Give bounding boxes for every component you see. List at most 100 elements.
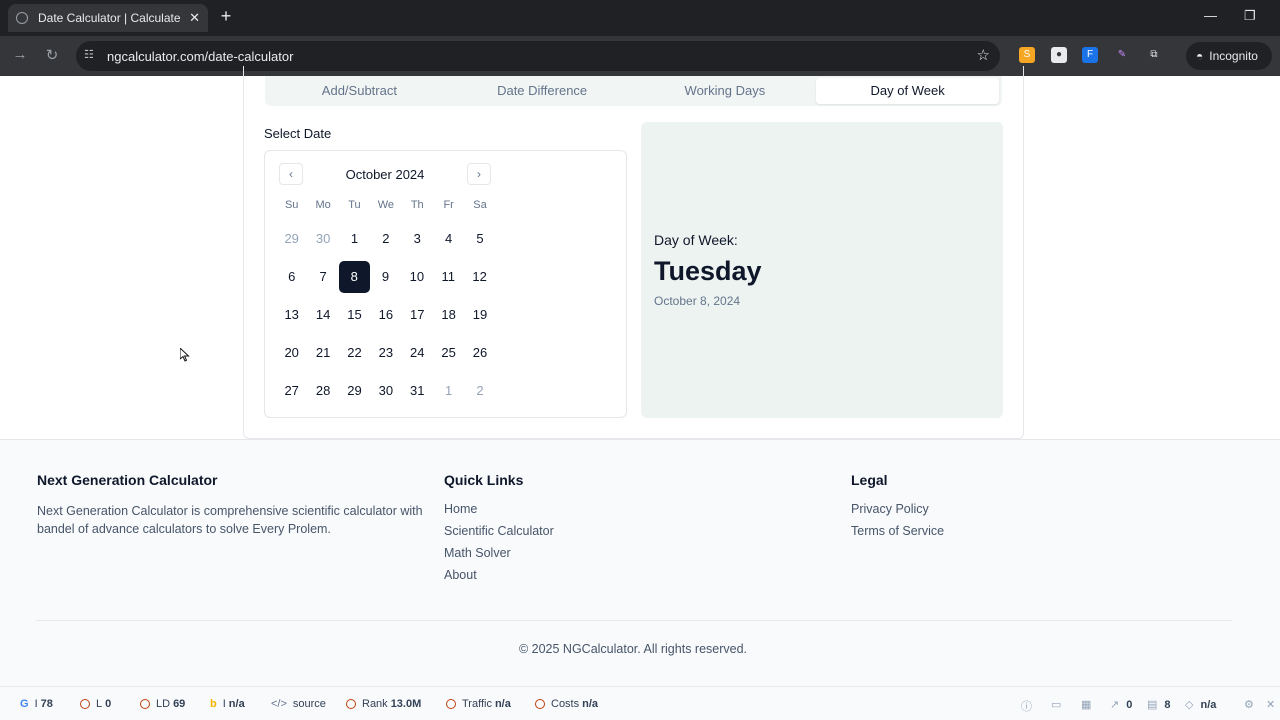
footer-link-home[interactable]: Home <box>444 502 554 516</box>
close-tab-icon[interactable]: ✕ <box>189 10 200 26</box>
footer-about: Next Generation Calculator Next Generati… <box>37 472 427 538</box>
metric-value: n/a <box>582 698 599 710</box>
calendar-day[interactable]: 16 <box>370 299 401 331</box>
bing-index-metric[interactable]: b I n/a <box>210 698 245 710</box>
calendar-day[interactable]: 10 <box>401 261 432 293</box>
calendar-day[interactable]: 31 <box>402 375 433 407</box>
footer-link-scientific-calculator[interactable]: Scientific Calculator <box>444 524 554 538</box>
restore-icon[interactable]: ❐ <box>1244 8 1256 24</box>
monitor-icon[interactable]: ▭ <box>1051 698 1061 711</box>
view-source-link[interactable]: </> source <box>271 698 326 710</box>
settings-gear-icon[interactable]: ⚙ <box>1244 698 1254 711</box>
costs-metric[interactable]: Costs n/a <box>535 698 598 710</box>
metric-label: Rank <box>362 698 388 710</box>
calendar-day[interactable]: 19 <box>464 299 495 331</box>
calendar-day[interactable]: 1 <box>433 375 464 407</box>
page-content: Add/Subtract Date Difference Working Day… <box>0 66 1280 686</box>
calendar-day[interactable]: 5 <box>464 223 495 255</box>
calendar-day[interactable]: 9 <box>370 261 401 293</box>
traffic-metric[interactable]: Traffic n/a <box>446 698 511 710</box>
calendar-day[interactable]: 21 <box>307 337 338 369</box>
calendar-week: 13 14 15 16 17 18 19 <box>276 299 496 331</box>
reload-icon[interactable]: ↻ <box>42 46 62 64</box>
weekday-header: Tu <box>348 199 361 211</box>
tab-working-days[interactable]: Working Days <box>634 78 817 104</box>
pages-metric[interactable]: ▤ 8 <box>1147 698 1171 712</box>
url-text: ngcalculator.com/date-calculator <box>107 49 294 64</box>
linking-domains-metric[interactable]: LD 69 <box>140 698 185 710</box>
calendar-day[interactable]: 20 <box>276 337 307 369</box>
metric-value: 78 <box>40 698 53 710</box>
chart-icon[interactable]: ▦ <box>1081 698 1091 711</box>
calendar-day[interactable]: 2 <box>464 375 495 407</box>
calendar-day[interactable]: 27 <box>276 375 307 407</box>
links-metric[interactable]: L 0 <box>80 698 111 710</box>
calendar-day[interactable]: 30 <box>307 223 338 255</box>
selected-calendar-day[interactable]: 8 <box>338 261 370 293</box>
calendar-day[interactable]: 18 <box>433 299 464 331</box>
select-date-label: Select Date <box>264 126 332 141</box>
calendar-day[interactable]: 25 <box>433 337 464 369</box>
incognito-indicator[interactable]: ◓ Incognito <box>1186 42 1272 70</box>
calendar-day[interactable]: 22 <box>339 337 370 369</box>
calendar-day[interactable]: 3 <box>402 223 433 255</box>
tab-day-of-week[interactable]: Day of Week <box>816 78 999 104</box>
calendar-day[interactable]: 14 <box>307 299 338 331</box>
calendar-day[interactable]: 24 <box>402 337 433 369</box>
footer-link-about[interactable]: About <box>444 568 554 582</box>
tab-date-difference[interactable]: Date Difference <box>451 78 634 104</box>
calendar-day[interactable]: 29 <box>276 223 307 255</box>
calendar-day[interactable]: 30 <box>370 375 401 407</box>
calendar-day[interactable]: 11 <box>433 261 464 293</box>
browser-tab[interactable]: Date Calculator | Calculate Days ✕ <box>8 4 208 32</box>
incognito-label: Incognito <box>1209 49 1258 63</box>
font-extension-icon[interactable]: F <box>1082 47 1098 63</box>
footer-link-math-solver[interactable]: Math Solver <box>444 546 554 560</box>
calendar-day[interactable]: 23 <box>370 337 401 369</box>
footer-about-title: Next Generation Calculator <box>37 472 218 488</box>
calendar-day[interactable]: 17 <box>402 299 433 331</box>
calendar-day[interactable]: 15 <box>339 299 370 331</box>
extensions-puzzle-icon[interactable]: ⧉ <box>1146 47 1162 63</box>
previous-month-button[interactable]: ‹ <box>279 163 303 185</box>
calendar-day[interactable]: 4 <box>433 223 464 255</box>
circle-icon <box>535 699 545 709</box>
footer-link-terms-of-service[interactable]: Terms of Service <box>851 524 944 538</box>
calendar-day[interactable]: 13 <box>276 299 307 331</box>
circle-icon <box>446 699 456 709</box>
diamond-metric[interactable]: ◇ n/a <box>1185 698 1216 712</box>
calendar-day[interactable]: 6 <box>276 261 307 293</box>
calendar-day[interactable]: 12 <box>464 261 495 293</box>
external-link-icon: ↗ <box>1110 699 1120 711</box>
footer-link-privacy-policy[interactable]: Privacy Policy <box>851 502 944 516</box>
bookmark-star-icon[interactable]: ☆ <box>977 46 990 64</box>
seo-extension-icon[interactable]: S <box>1019 47 1035 63</box>
calendar-day[interactable]: 26 <box>464 337 495 369</box>
calendar-day[interactable]: 29 <box>339 375 370 407</box>
calendar-day[interactable]: 7 <box>307 261 338 293</box>
new-tab-icon[interactable]: + <box>216 6 236 27</box>
next-month-button[interactable]: › <box>467 163 491 185</box>
weekday-header-row: Su Mo Tu We Th Fr Sa <box>276 199 496 217</box>
metric-label: I <box>34 698 38 710</box>
calendar-grid: Su Mo Tu We Th Fr Sa 29 30 1 2 3 4 5 6 7… <box>276 199 496 407</box>
circle-icon <box>140 699 150 709</box>
calendar-day[interactable]: 28 <box>307 375 338 407</box>
tab-add-subtract[interactable]: Add/Subtract <box>268 78 451 104</box>
cookie-extension-icon[interactable]: ● <box>1051 47 1067 63</box>
footer-legal-title: Legal <box>851 472 888 488</box>
close-icon[interactable]: ✕ <box>1266 698 1275 711</box>
page-icon: ▤ <box>1147 699 1158 711</box>
site-settings-icon[interactable]: ☷ <box>84 48 98 62</box>
calendar-day[interactable]: 2 <box>370 223 401 255</box>
google-index-metric[interactable]: G I 78 <box>20 698 53 710</box>
circle-icon <box>80 699 90 709</box>
forward-icon[interactable]: → <box>10 46 30 63</box>
feather-extension-icon[interactable]: ✎ <box>1114 47 1130 63</box>
calendar-day[interactable]: 1 <box>339 223 370 255</box>
external-links-metric[interactable]: ↗ 0 <box>1110 698 1132 712</box>
rank-metric[interactable]: Rank 13.0M <box>346 698 421 710</box>
minimize-icon[interactable]: — <box>1204 8 1217 23</box>
browser-tab-bar: Date Calculator | Calculate Days ✕ + — ❐ <box>0 0 1280 36</box>
info-icon[interactable]: ⓘ <box>1021 698 1032 714</box>
